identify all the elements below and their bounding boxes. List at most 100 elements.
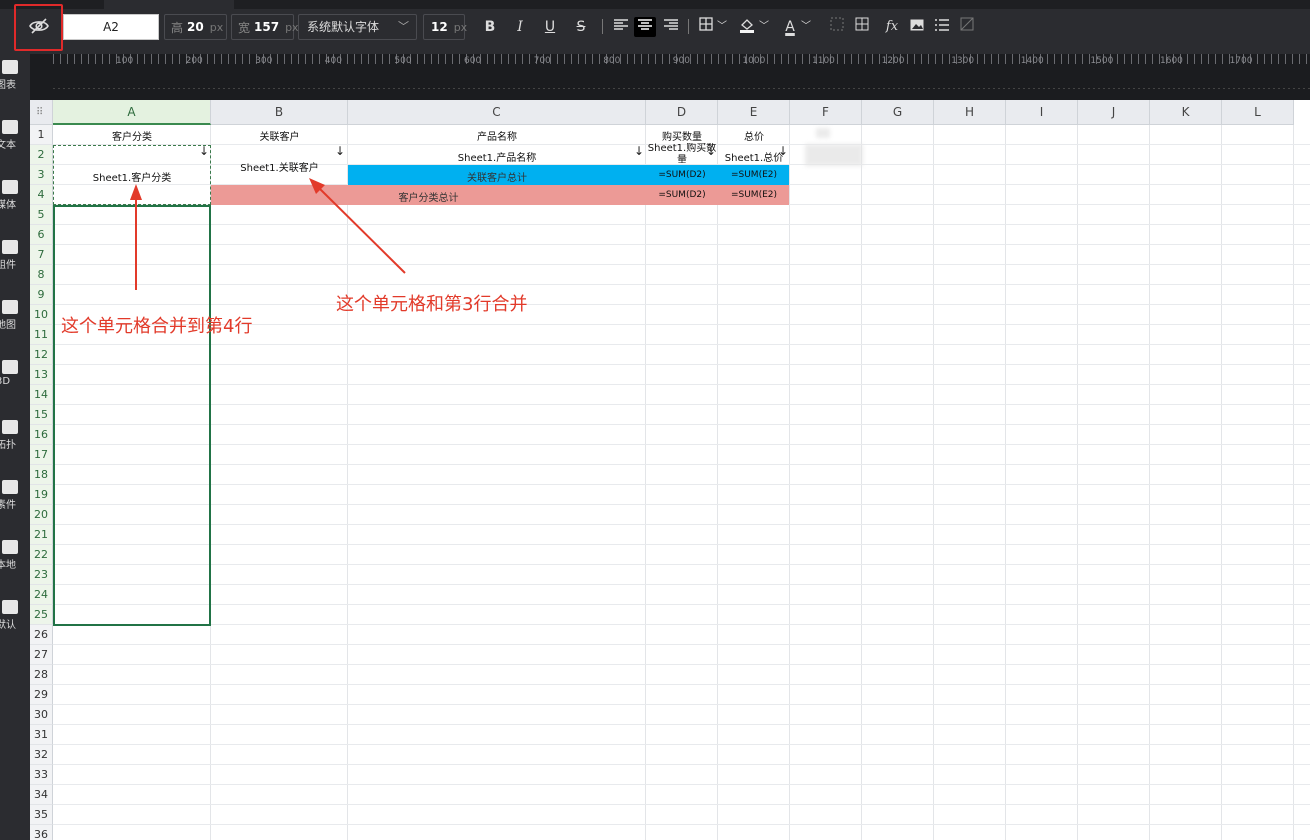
column-header-I[interactable]: I (1006, 100, 1078, 125)
col-width-field[interactable]: 宽 157 px (231, 14, 299, 40)
row-header-4[interactable]: 4 (30, 185, 53, 205)
row-header-9[interactable]: 9 (30, 285, 53, 305)
column-header-L[interactable]: L (1222, 100, 1294, 125)
row-header-6[interactable]: 6 (30, 225, 53, 245)
cell-B4-merged[interactable]: 客户分类总计 (211, 189, 646, 204)
row-header-1[interactable]: 1 (30, 125, 53, 145)
sidebar-item-5[interactable]: 3D (0, 360, 30, 400)
select-all-corner[interactable]: ⠿ (30, 100, 53, 125)
visibility-toggle-button[interactable] (14, 4, 63, 51)
row-height-field[interactable]: 高 20 px (164, 14, 227, 40)
row-header-26[interactable]: 26 (30, 625, 53, 645)
column-header-D[interactable]: D (646, 100, 718, 125)
column-header-G[interactable]: G (862, 100, 934, 125)
row-header-22[interactable]: 22 (30, 545, 53, 565)
column-header-B[interactable]: B (211, 100, 348, 125)
row-header-19[interactable]: 19 (30, 485, 53, 505)
active-tab[interactable] (104, 0, 234, 9)
column-header-K[interactable]: K (1150, 100, 1222, 125)
insert-image-button[interactable] (907, 17, 927, 37)
clear-format-button[interactable] (957, 17, 977, 37)
strikethrough-button[interactable]: S (571, 17, 591, 37)
sidebar-item-0[interactable]: 图表 (0, 60, 30, 100)
chevron-down-icon[interactable]: ﹀ (801, 17, 811, 37)
row-header-8[interactable]: 8 (30, 265, 53, 285)
sidebar-item-6[interactable]: 拓扑 (0, 420, 30, 460)
function-button[interactable]: fx (882, 17, 902, 37)
row-header-28[interactable]: 28 (30, 665, 53, 685)
sidebar-item-2[interactable]: 媒体 (0, 180, 30, 220)
row-header-14[interactable]: 14 (30, 385, 53, 405)
row-header-3[interactable]: 3 (30, 165, 53, 185)
underline-button[interactable]: U (540, 17, 560, 37)
align-left-button[interactable] (611, 17, 631, 37)
cell-D3[interactable]: =SUM(D2) (646, 170, 718, 180)
row-header-2[interactable]: 2 (30, 145, 53, 165)
cell-D4[interactable]: =SUM(D2) (646, 190, 718, 200)
column-header-J[interactable]: J (1078, 100, 1150, 125)
row-header-25[interactable]: 25 (30, 605, 53, 625)
row-header-12[interactable]: 12 (30, 345, 53, 365)
cell-E3[interactable]: =SUM(E2) (718, 170, 790, 180)
row-header-32[interactable]: 32 (30, 745, 53, 765)
cell-E4[interactable]: =SUM(E2) (718, 190, 790, 200)
row-header-20[interactable]: 20 (30, 505, 53, 525)
row-header-11[interactable]: 11 (30, 325, 53, 345)
column-header-A[interactable]: A (53, 100, 211, 125)
row-header-33[interactable]: 33 (30, 765, 53, 785)
column-header-H[interactable]: H (934, 100, 1006, 125)
row-header-24[interactable]: 24 (30, 585, 53, 605)
sidebar-item-8[interactable]: 本地 (0, 540, 30, 580)
cell-reference-input[interactable]: A2 (63, 14, 159, 40)
spreadsheet-grid[interactable]: ⠿ ABCDEFGHIJKL 1 2 3 4 5 6 7 8 9 10 11 12 13 14 15 16 17… (30, 100, 1310, 840)
row-header-35[interactable]: 35 (30, 805, 53, 825)
row-header-7[interactable]: 7 (30, 245, 53, 265)
row-header-36[interactable]: 36 (30, 825, 53, 840)
font-family-select[interactable]: 系统默认字体 ﹀ (298, 14, 417, 40)
sidebar-item-9[interactable]: 默认 (0, 600, 30, 640)
cell-A1[interactable]: 客户分类 (53, 128, 211, 143)
font-size-field[interactable]: 12 px (423, 14, 467, 40)
sidebar-item-1[interactable]: 文本 (0, 120, 30, 160)
merge-cells-button[interactable] (827, 17, 847, 37)
row-header-21[interactable]: 21 (30, 525, 53, 545)
cell-E1[interactable]: 总价 (718, 128, 790, 143)
fill-color-button[interactable] (737, 17, 757, 37)
row-header-34[interactable]: 34 (30, 785, 53, 805)
row-header-18[interactable]: 18 (30, 465, 53, 485)
column-header-E[interactable]: E (718, 100, 790, 125)
list-button[interactable] (932, 17, 952, 37)
sidebar-item-7[interactable]: 素件 (0, 480, 30, 520)
row-header-31[interactable]: 31 (30, 725, 53, 745)
split-cells-button[interactable] (852, 17, 872, 37)
row-header-5[interactable]: 5 (30, 205, 53, 225)
cell-C2[interactable]: Sheet1.产品名称 (348, 149, 646, 164)
cell-B2-merged[interactable]: Sheet1.关联客户 (211, 159, 348, 174)
row-header-30[interactable]: 30 (30, 705, 53, 725)
chevron-down-icon[interactable]: ﹀ (759, 17, 769, 37)
row-header-23[interactable]: 23 (30, 565, 53, 585)
row-header-17[interactable]: 17 (30, 445, 53, 465)
row-header-16[interactable]: 16 (30, 425, 53, 445)
font-color-button[interactable]: A (780, 17, 800, 37)
cell-D1[interactable]: 购买数量 (646, 128, 718, 143)
merge-cells-icon (830, 17, 844, 31)
align-center-button[interactable] (634, 17, 656, 37)
chevron-down-icon[interactable]: ﹀ (717, 17, 727, 37)
column-header-C[interactable]: C (348, 100, 646, 125)
row-header-27[interactable]: 27 (30, 645, 53, 665)
italic-button[interactable]: I (510, 17, 530, 37)
bold-button[interactable]: B (480, 17, 500, 37)
row-header-10[interactable]: 10 (30, 305, 53, 325)
sidebar-item-4[interactable]: 地图 (0, 300, 30, 340)
cell-B1[interactable]: 关联客户 (211, 128, 348, 143)
row-header-15[interactable]: 15 (30, 405, 53, 425)
row-header-29[interactable]: 29 (30, 685, 53, 705)
row-header-13[interactable]: 13 (30, 365, 53, 385)
cell-C1[interactable]: 产品名称 (348, 128, 646, 143)
column-header-F[interactable]: F (790, 100, 862, 125)
borders-button[interactable] (696, 17, 716, 37)
align-right-button[interactable] (661, 17, 681, 37)
sidebar-item-3[interactable]: 组件 (0, 240, 30, 280)
cell-C3[interactable]: 关联客户总计 (348, 169, 646, 184)
